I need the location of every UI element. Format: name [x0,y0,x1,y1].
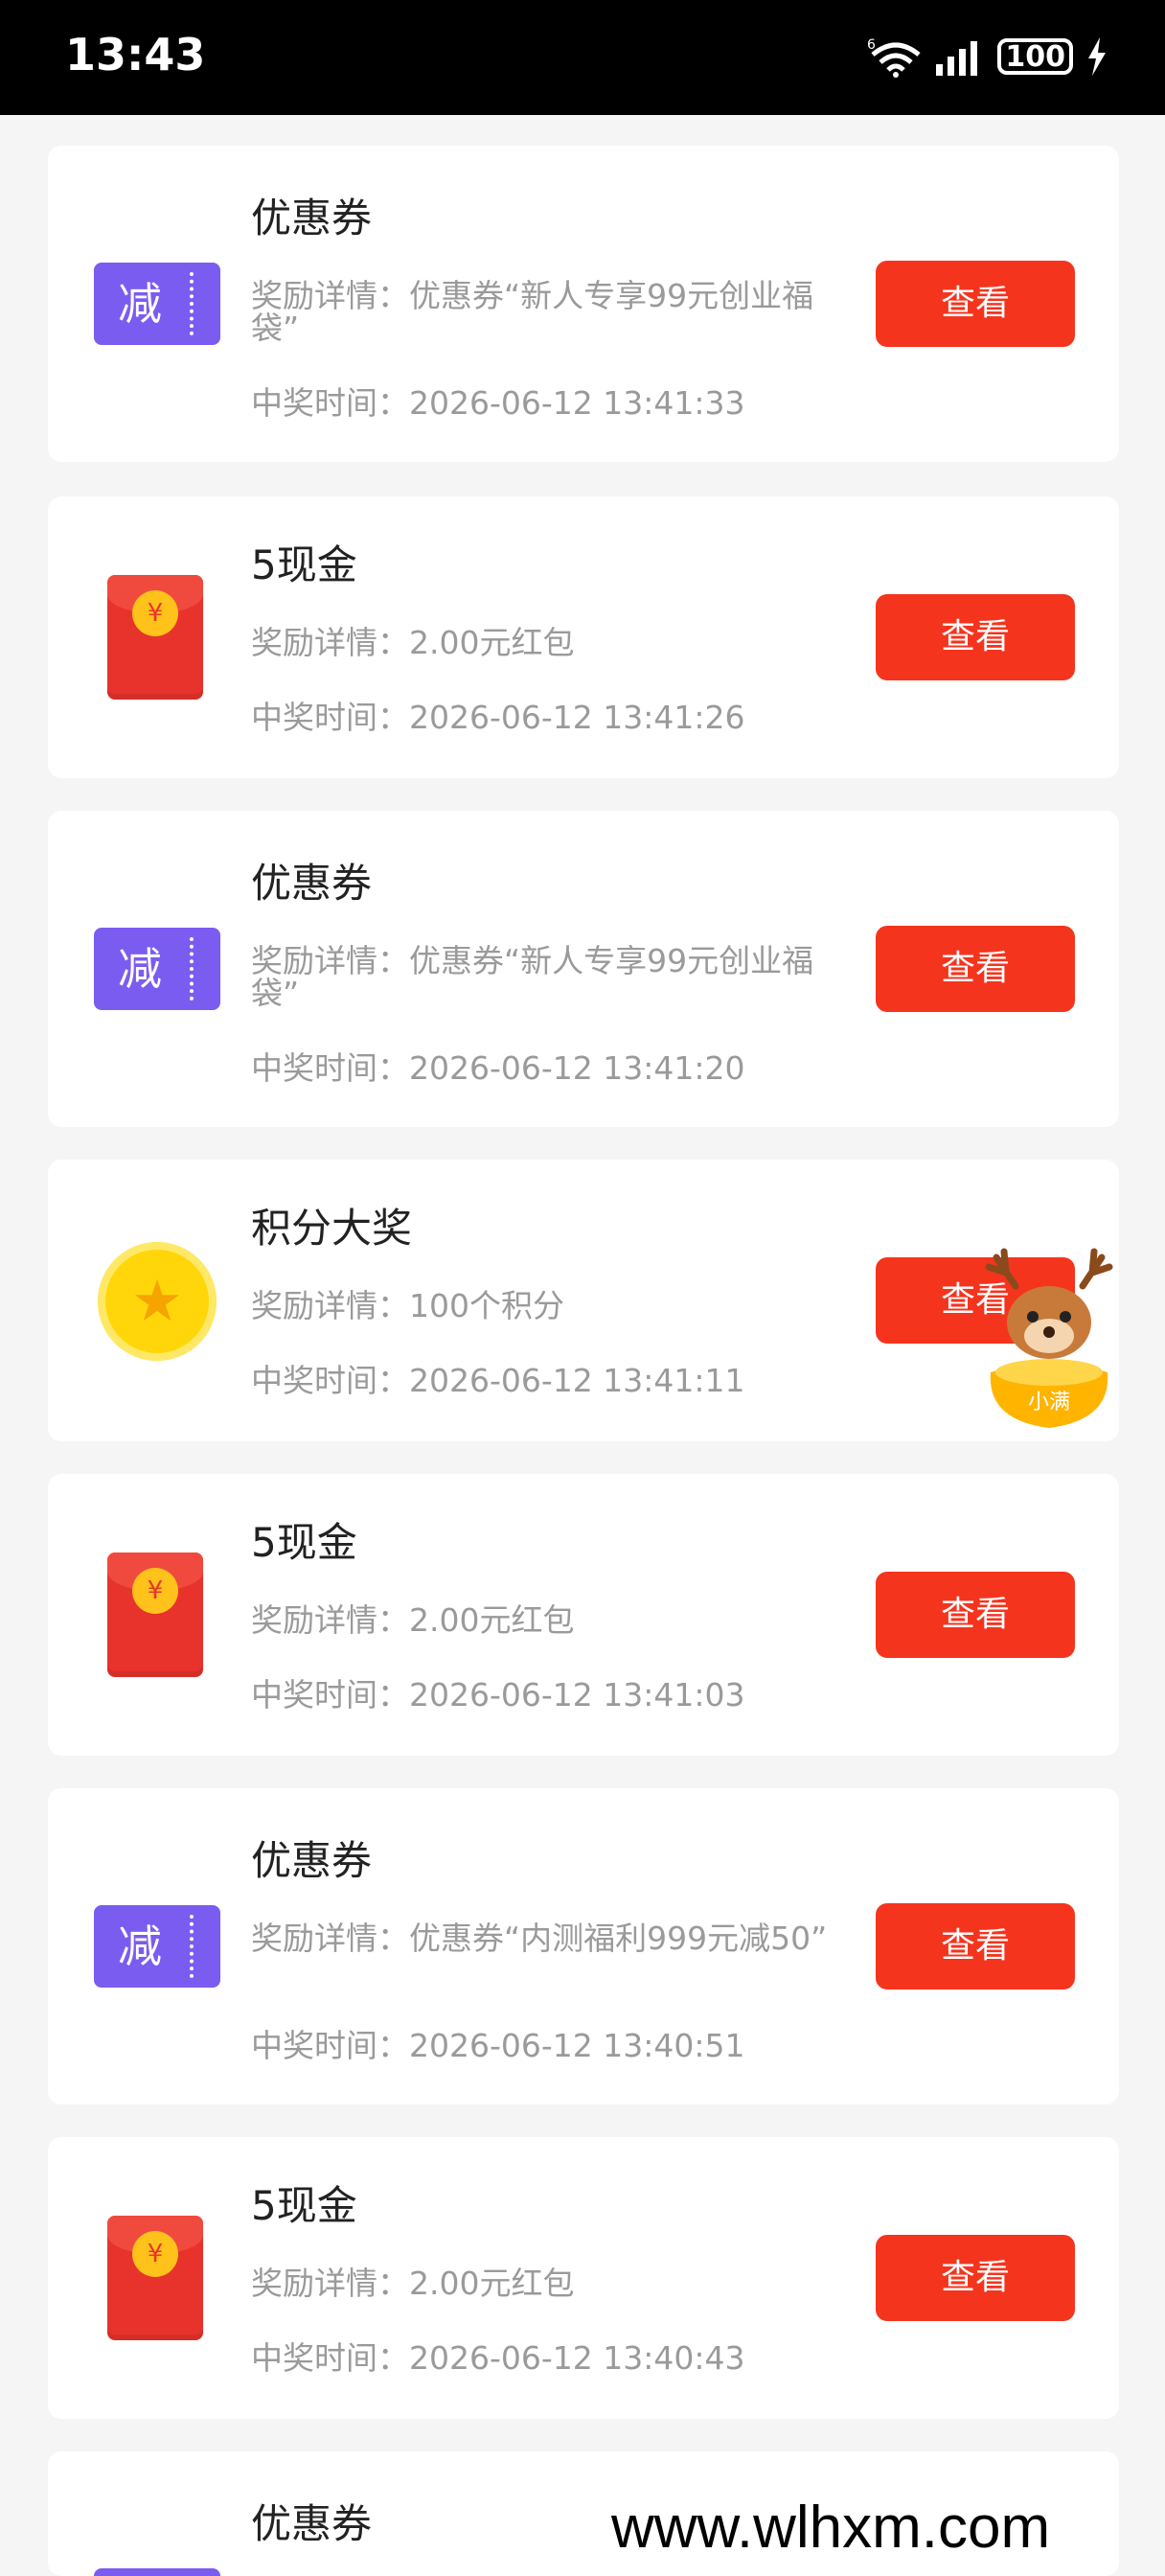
battery-indicator: 100 [997,38,1073,75]
reward-title: 5现金 [251,1519,357,1566]
deer-mascot-icon[interactable]: 小满 [968,1248,1131,1439]
yuan-coin: ¥ [132,1568,178,1614]
red-packet-icon: ¥ [107,575,203,700]
coupon-icon: 减 [94,1905,220,1988]
reward-time: 中奖时间：2026-06-12 13:41:03 [251,1676,745,1714]
reward-title: 优惠券 [251,2500,373,2547]
status-icons: 6 100 [867,33,1108,80]
status-time: 13:43 [65,29,206,80]
view-button[interactable]: 查看 [876,2235,1075,2321]
reward-detail: 奖励详情：2.00元红包 [251,624,575,661]
coupon-glyph: 减 [118,278,162,330]
reward-title: 优惠券 [251,1837,373,1884]
coupon-glyph: 减 [118,1920,162,1972]
view-button[interactable]: 查看 [876,1572,1075,1658]
reward-card: ¥ 5现金 奖励详情：2.00元红包 中奖时间：2026-06-12 13:41… [48,496,1119,778]
charging-icon [1088,37,1106,76]
signal-icon [936,41,978,76]
reward-detail: 奖励详情：优惠券“内测福利999元减50” [251,1920,828,1957]
reward-time: 中奖时间：2026-06-12 13:41:20 [251,1049,745,1087]
coupon-icon: 减 [94,928,220,1010]
reward-card: ¥ 5现金 奖励详情：2.00元红包 中奖时间：2026-06-12 13:41… [48,1474,1119,1756]
yuan-coin: ¥ [132,590,178,636]
reward-card: 减 优惠券 奖励详情：优惠券“新人专享99元创业福袋” 中奖时间：2026-06… [48,146,1119,462]
reward-detail: 奖励详情：优惠券“新人专享99元创业福袋” [251,277,814,347]
reward-title: 优惠券 [251,860,373,907]
wifi-icon: 6 [867,37,921,78]
status-bar: 13:43 6 100 [0,0,1165,115]
view-button[interactable]: 查看 [876,261,1075,347]
reward-title: 5现金 [251,2182,357,2229]
view-button[interactable]: 查看 [876,1903,1075,1990]
yuan-coin: ¥ [132,2231,178,2277]
reward-card: ¥ 5现金 奖励详情：2.00元红包 中奖时间：2026-06-12 13:40… [48,2137,1119,2419]
reward-card: 减 优惠券 奖励详情：优惠券“新人专享99元创业福袋” 中奖时间：2026-06… [48,811,1119,1127]
reward-detail: 奖励详情：2.00元红包 [251,1601,575,1639]
star-icon: ★ [131,1268,183,1335]
mascot-label: 小满 [1028,1391,1070,1414]
points-icon: ★ [98,1242,217,1361]
reward-title: 优惠券 [251,195,373,242]
reward-detail: 奖励详情：2.00元红包 [251,2265,575,2302]
reward-time: 中奖时间：2026-06-12 13:40:51 [251,2027,745,2064]
reward-title: 积分大奖 [251,1205,413,1252]
view-button[interactable]: 查看 [876,926,1075,1012]
coupon-icon: 减 [94,2568,220,2576]
coupon-glyph: 减 [118,943,162,995]
reward-card: 减 优惠券 奖励详情：优惠券“内测福利999元减50” 中奖时间：2026-06… [48,1788,1119,2104]
reward-detail: 奖励详情：100个积分 [251,1287,564,1324]
reward-time: 中奖时间：2026-06-12 13:41:26 [251,699,745,736]
coupon-glyph: 减 [94,2568,186,2576]
reward-time: 中奖时间：2026-06-12 13:41:11 [251,1362,745,1399]
red-packet-icon: ¥ [107,2216,203,2340]
watermark: www.wlhxm.com [604,2494,1059,2562]
reward-time: 中奖时间：2026-06-12 13:41:33 [251,384,745,422]
red-packet-icon: ¥ [107,1552,203,1677]
coupon-icon: 减 [94,263,220,345]
view-button[interactable]: 查看 [876,594,1075,680]
reward-time: 中奖时间：2026-06-12 13:40:43 [251,2339,745,2377]
reward-detail: 奖励详情：优惠券“新人专享99元创业福袋” [251,942,814,1012]
reward-card: ★ 积分大奖 奖励详情：100个积分 中奖时间：2026-06-12 13:41… [48,1160,1119,1441]
reward-title: 5现金 [251,541,357,588]
